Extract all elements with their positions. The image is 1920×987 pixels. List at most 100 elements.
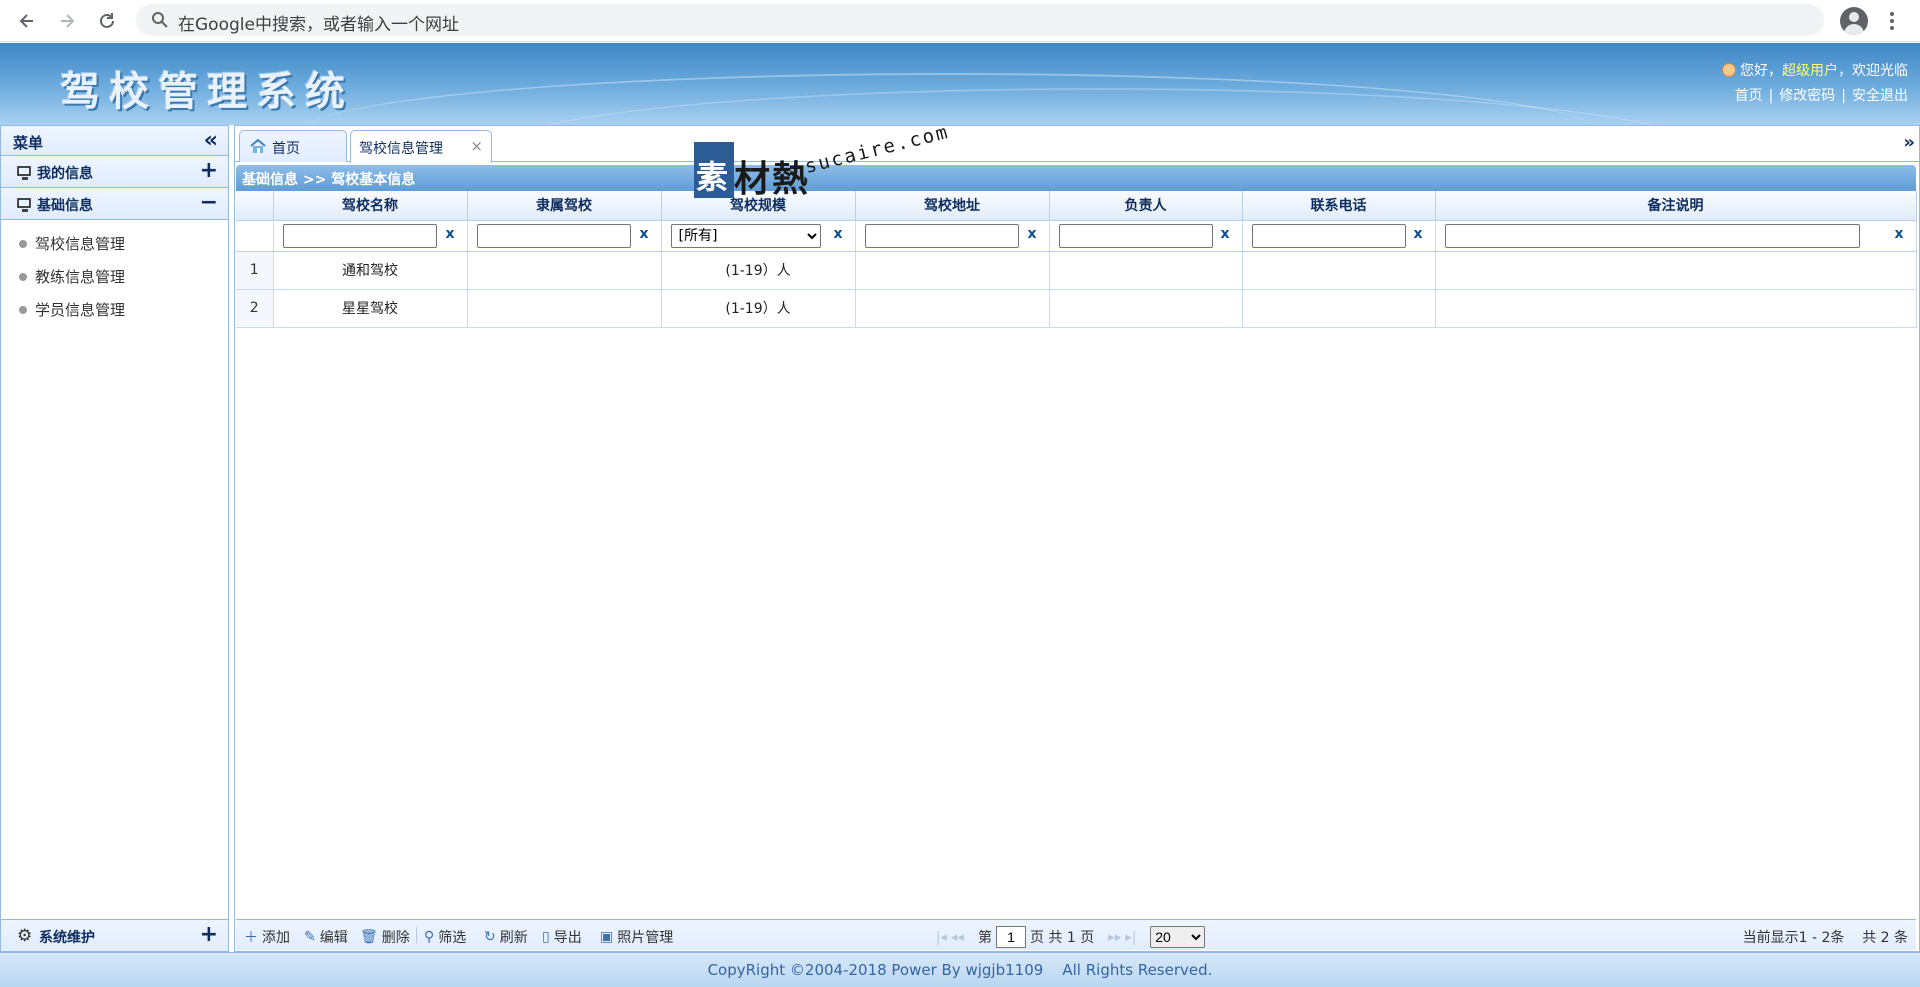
column-header[interactable]: 负责人 — [1049, 191, 1243, 221]
cell-name[interactable]: 通和驾校 — [273, 251, 468, 290]
sidebar-item-school-management[interactable]: 驾校信息管理 — [1, 226, 228, 259]
last-page-icon[interactable]: ▸| — [1125, 930, 1136, 945]
filter-input-manager[interactable] — [1058, 223, 1213, 248]
pagination: |◂ ◂◂ 第 页 共 1 页 ▸▸ ▸| 20 — [936, 926, 1206, 948]
image-icon: ▣ — [600, 929, 614, 945]
edit-button[interactable]: ✎ 编辑 — [304, 927, 348, 947]
bullet-icon — [19, 273, 27, 281]
clear-filter-icon[interactable]: x — [445, 226, 454, 242]
column-header[interactable]: 隶属驾校 — [467, 191, 662, 221]
reload-icon[interactable] — [92, 6, 122, 36]
filter-input-parent[interactable] — [476, 223, 631, 248]
change-password-link[interactable]: 修改密码 — [1779, 88, 1835, 104]
row-number: 2 — [236, 289, 274, 328]
search-icon — [152, 12, 168, 28]
filter-input-address[interactable] — [864, 223, 1019, 248]
cell-phone[interactable] — [1242, 289, 1436, 328]
tab-school-management[interactable]: 驾校信息管理 × — [350, 130, 492, 163]
cell-parent[interactable] — [467, 251, 662, 290]
clear-filter-icon[interactable]: x — [639, 226, 648, 242]
sidebar-header: 菜单 « — [1, 126, 228, 156]
cell-note[interactable] — [1435, 289, 1917, 328]
next-page-icon[interactable]: ▸▸ — [1108, 930, 1121, 945]
delete-button[interactable]: 🗑 删除 — [360, 927, 410, 947]
close-icon[interactable]: × — [470, 137, 483, 155]
pencil-icon: ✎ — [304, 929, 316, 945]
cell-scale[interactable]: (1-19）人 — [661, 251, 856, 290]
home-link[interactable]: 首页 — [1735, 88, 1763, 104]
data-grid: 驾校名称 隶属驾校 驾校规模 驾校地址 负责人 联系电话 备注说明 x x [所… — [236, 191, 1917, 328]
cell-address[interactable] — [855, 289, 1050, 328]
magnifier-icon: ⚲ — [424, 929, 435, 945]
filter-select-scale[interactable]: [所有] — [670, 223, 821, 248]
more-menu-icon[interactable] — [1882, 8, 1902, 34]
cell-parent[interactable] — [467, 289, 662, 328]
bullet-icon — [19, 240, 27, 248]
cell-name[interactable]: 星星驾校 — [273, 289, 468, 328]
column-header[interactable]: 联系电话 — [1242, 191, 1436, 221]
grid-header-row: 驾校名称 隶属驾校 驾校规模 驾校地址 负责人 联系电话 备注说明 — [236, 191, 1917, 221]
prev-page-icon[interactable]: ◂◂ — [951, 930, 964, 945]
bullet-icon — [19, 306, 27, 314]
address-bar[interactable]: 在Google中搜索，或者输入一个网址 — [136, 4, 1824, 36]
sidebar: 菜单 « 我的信息 + 基础信息 − 驾校信息管理 教练信息管理 学员信息管理 … — [0, 125, 229, 952]
export-button[interactable]: ▯ 导出 — [542, 927, 582, 947]
breadcrumb: 基础信息 >> 驾校基本信息 — [242, 172, 416, 188]
logout-link[interactable]: 安全退出 — [1852, 88, 1908, 104]
column-header[interactable]: 驾校规模 — [661, 191, 856, 221]
clear-filter-icon[interactable]: x — [1413, 226, 1422, 242]
cell-phone[interactable] — [1242, 251, 1436, 290]
filter-input-note[interactable] — [1444, 223, 1860, 248]
cell-scale[interactable]: (1-19）人 — [661, 289, 856, 328]
filter-input-phone[interactable] — [1251, 223, 1406, 248]
clear-filter-icon[interactable]: x — [1027, 226, 1036, 242]
row-number: 1 — [236, 251, 274, 290]
first-page-icon[interactable]: |◂ — [936, 930, 947, 945]
collapse-minus-icon[interactable]: − — [200, 190, 218, 215]
table-row[interactable]: 1 通和驾校 (1-19）人 — [236, 251, 1917, 290]
back-arrow-icon[interactable] — [12, 6, 42, 36]
expand-plus-icon[interactable]: + — [200, 922, 218, 947]
column-header[interactable]: 备注说明 — [1435, 191, 1917, 221]
user-icon — [1722, 63, 1736, 77]
chevron-double-down-icon[interactable]: » — [1903, 132, 1915, 153]
column-header[interactable]: 驾校地址 — [855, 191, 1050, 221]
browser-toolbar: 在Google中搜索，或者输入一个网址 — [0, 0, 1920, 42]
app-title: 驾校管理系统 — [60, 68, 354, 115]
sidebar-item-coach-management[interactable]: 教练信息管理 — [1, 259, 228, 292]
column-header[interactable]: 驾校名称 — [273, 191, 468, 221]
grid-toolbar: ＋添加 ✎编辑 🗑删除 ⚲筛选 ↻刷新 ▯导出 ▣照片管理 |◂ ◂◂ 第 页 … — [236, 919, 1916, 950]
sidebar-group-basic-info[interactable]: 基础信息 − — [1, 188, 228, 220]
cell-note[interactable] — [1435, 251, 1917, 290]
photo-management-button[interactable]: ▣ 照片管理 — [600, 927, 673, 947]
tab-home[interactable]: 首页 — [239, 130, 347, 162]
cell-address[interactable] — [855, 251, 1050, 290]
tabs-bar: 首页 驾校信息管理 × » — [234, 125, 1920, 163]
filter-input-name[interactable] — [282, 223, 437, 248]
filter-row: x x [所有] x x x x x — [236, 220, 1917, 252]
address-placeholder: 在Google中搜索，或者输入一个网址 — [178, 15, 459, 35]
sidebar-group-system-maintenance[interactable]: ⚙ 系统维护 + — [1, 919, 228, 951]
filter-button[interactable]: ⚲ 筛选 — [424, 927, 466, 947]
plus-icon: ＋ — [244, 930, 258, 946]
clear-filter-icon[interactable]: x — [1220, 226, 1229, 242]
page-number-input[interactable] — [995, 926, 1026, 948]
sidebar-item-student-management[interactable]: 学员信息管理 — [1, 292, 228, 325]
cell-manager[interactable] — [1049, 289, 1243, 328]
profile-avatar-icon[interactable] — [1840, 7, 1868, 35]
monitor-icon — [17, 166, 31, 180]
refresh-button[interactable]: ↻ 刷新 — [484, 927, 528, 947]
expand-plus-icon[interactable]: + — [200, 158, 218, 183]
collapse-double-left-icon[interactable]: « — [204, 128, 218, 153]
page-size-select[interactable]: 20 — [1150, 926, 1206, 948]
clear-filter-icon[interactable]: x — [1894, 226, 1903, 242]
cell-manager[interactable] — [1049, 251, 1243, 290]
copyright-text: CopyRight ©2004-2018 Power By wjgjb1109 … — [707, 961, 1213, 979]
sidebar-group-my-info[interactable]: 我的信息 + — [1, 156, 228, 188]
panel-header: 基础信息 >> 驾校基本信息 — [236, 165, 1916, 191]
clear-filter-icon[interactable]: x — [833, 226, 842, 242]
monitor-icon — [17, 198, 31, 212]
forward-arrow-icon[interactable] — [52, 6, 82, 36]
table-row[interactable]: 2 星星驾校 (1-19）人 — [236, 289, 1917, 328]
add-button[interactable]: ＋添加 — [244, 927, 290, 947]
